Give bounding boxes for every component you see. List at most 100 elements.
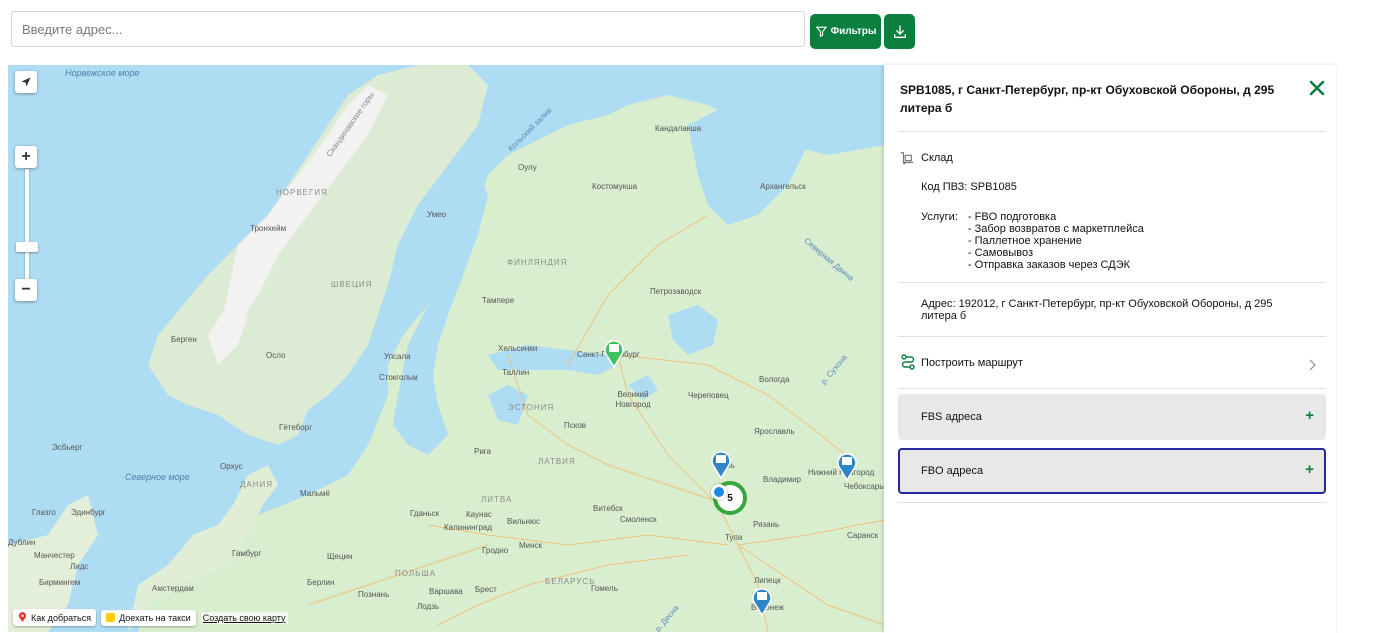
city-label: Умео bbox=[427, 210, 447, 219]
divider bbox=[898, 282, 1326, 283]
divider bbox=[898, 502, 1326, 503]
service-item: - Паллетное хранение bbox=[967, 235, 1082, 247]
zoom-in-button[interactable]: + bbox=[15, 146, 37, 168]
city-label: Осло bbox=[266, 351, 286, 360]
city-label: Тула bbox=[725, 533, 743, 542]
directions-button[interactable]: Как добраться bbox=[13, 609, 97, 626]
services-block: Услуги: - FBO подготовка - Забор возврат… bbox=[921, 211, 1144, 271]
city-label: Архангельск bbox=[760, 182, 806, 191]
service-item: - Забор возвратов с маркетплейса bbox=[967, 223, 1144, 235]
city-label: Глазго bbox=[32, 508, 56, 517]
country-label: ФИНЛЯНДИЯ bbox=[507, 258, 568, 267]
country-label: НОРВЕГИЯ bbox=[276, 188, 328, 197]
fbo-addresses-accordion[interactable]: FBO адреса + bbox=[898, 448, 1326, 494]
service-item: - Отправка заказов через СДЭК bbox=[967, 259, 1131, 271]
city-label: Щецин bbox=[327, 552, 353, 561]
warehouse-marker[interactable] bbox=[836, 451, 858, 481]
city-label: Петрозаводск bbox=[650, 287, 702, 296]
city-label: Ярославль bbox=[754, 427, 795, 436]
city-label: Минск bbox=[519, 541, 543, 550]
country-label: ПОЛЬША bbox=[395, 569, 437, 578]
user-location-marker bbox=[711, 484, 727, 500]
city-label: Липецк bbox=[754, 576, 781, 585]
city-label: Витебск bbox=[593, 504, 623, 513]
city-label: Манчестер bbox=[34, 551, 75, 560]
directions-label: Как добраться bbox=[31, 612, 92, 623]
fbo-addresses-label: FBO адреса bbox=[921, 465, 984, 477]
fbs-addresses-label: FBS адреса bbox=[921, 411, 982, 423]
location-arrow-icon bbox=[21, 77, 31, 87]
city-label: Оулу bbox=[518, 163, 537, 172]
zoom-out-button[interactable]: − bbox=[15, 279, 37, 301]
warehouse-marker[interactable] bbox=[751, 586, 773, 616]
city-label: Гданьск bbox=[410, 509, 439, 518]
country-label: ДАНИЯ bbox=[240, 480, 274, 489]
build-route-button[interactable]: Построить маршрут bbox=[898, 349, 1326, 379]
city-label: Мальмё bbox=[300, 489, 330, 498]
city-label: Таллин bbox=[502, 368, 530, 377]
city-label: Лодзь bbox=[417, 602, 440, 611]
city-label: Стокгольм bbox=[379, 373, 418, 382]
country-label: БЕЛАРУСЬ bbox=[545, 577, 596, 586]
city-label: Хельсинки bbox=[498, 344, 538, 353]
download-button[interactable] bbox=[884, 14, 915, 49]
warehouse-marker[interactable] bbox=[710, 449, 732, 479]
city-label: Гамбург bbox=[232, 549, 262, 558]
map-view[interactable]: Норвежское море Северное море НОРВЕГИЯ Ш… bbox=[8, 65, 885, 632]
city-label: Вологда bbox=[759, 375, 790, 384]
sea-label: Северное море bbox=[125, 472, 190, 482]
city-label: Берлин bbox=[307, 578, 335, 587]
create-map-link[interactable]: Создать свою карту bbox=[200, 611, 288, 624]
chevron-right-icon bbox=[1309, 359, 1316, 371]
filters-button[interactable]: Фильтры bbox=[810, 14, 881, 49]
taxi-icon bbox=[106, 613, 116, 622]
city-label: Рязань bbox=[753, 520, 780, 529]
city-label: Кандалакша bbox=[655, 124, 702, 133]
sea-label: Норвежское море bbox=[65, 68, 140, 78]
filters-button-label: Фильтры bbox=[830, 26, 877, 37]
city-label: Берген bbox=[171, 335, 197, 344]
city-label: Вильнюс bbox=[507, 517, 541, 526]
city-label: Тампере bbox=[482, 296, 515, 305]
city-label: Каунас bbox=[466, 510, 492, 519]
address-search-input[interactable] bbox=[11, 11, 805, 47]
city-label: Великий Новгород bbox=[615, 390, 651, 409]
close-icon[interactable] bbox=[1309, 80, 1325, 96]
point-type: Склад bbox=[921, 152, 953, 164]
fbs-addresses-accordion[interactable]: FBS адреса + bbox=[898, 394, 1326, 440]
city-label: Гомель bbox=[591, 584, 618, 593]
city-label: Тронхейм bbox=[250, 224, 287, 233]
filter-icon bbox=[815, 26, 827, 37]
zoom-slider-track[interactable] bbox=[25, 169, 29, 281]
cluster-count: 5 bbox=[727, 492, 733, 504]
pvz-code: Код ПВЗ: SPB1085 bbox=[921, 181, 1017, 193]
expand-plus-icon: + bbox=[1305, 407, 1314, 424]
map-tiles bbox=[8, 65, 885, 632]
address-label: Адрес: bbox=[921, 298, 956, 310]
divider bbox=[898, 131, 1326, 132]
geolocation-button[interactable] bbox=[15, 71, 37, 93]
city-label: Чебоксары bbox=[844, 482, 885, 491]
route-icon bbox=[901, 354, 915, 370]
plus-icon: + bbox=[21, 148, 31, 165]
divider bbox=[898, 336, 1326, 337]
services-label: Услуги: bbox=[921, 211, 958, 223]
city-label: Брест bbox=[475, 585, 497, 594]
city-label: Варшава bbox=[429, 587, 463, 596]
pin-icon bbox=[18, 612, 27, 622]
city-label: Саранск bbox=[847, 531, 879, 540]
city-label: Эсбьерг bbox=[52, 443, 83, 452]
address-value: 192012, г Санкт-Петербург, пр-кт Обуховс… bbox=[921, 298, 1273, 322]
build-route-label: Построить маршрут bbox=[921, 357, 1023, 369]
taxi-button[interactable]: Доехать на такси bbox=[101, 609, 196, 626]
map-attribution-bar: Как добраться Доехать на такси Создать с… bbox=[13, 609, 288, 626]
city-label: Костомукша bbox=[592, 182, 638, 191]
warehouse-marker-selected[interactable] bbox=[603, 338, 625, 368]
service-item: - Самовывоз bbox=[967, 247, 1033, 259]
point-details-panel: SPB1085, г Санкт-Петербург, пр-кт Обухов… bbox=[884, 65, 1336, 633]
city-label: Эдинбург bbox=[71, 508, 106, 517]
country-label: ШВЕЦИЯ bbox=[331, 280, 373, 289]
city-label: Псков bbox=[564, 421, 587, 430]
city-label: Лидс bbox=[70, 562, 89, 571]
zoom-slider-handle[interactable] bbox=[16, 242, 38, 252]
